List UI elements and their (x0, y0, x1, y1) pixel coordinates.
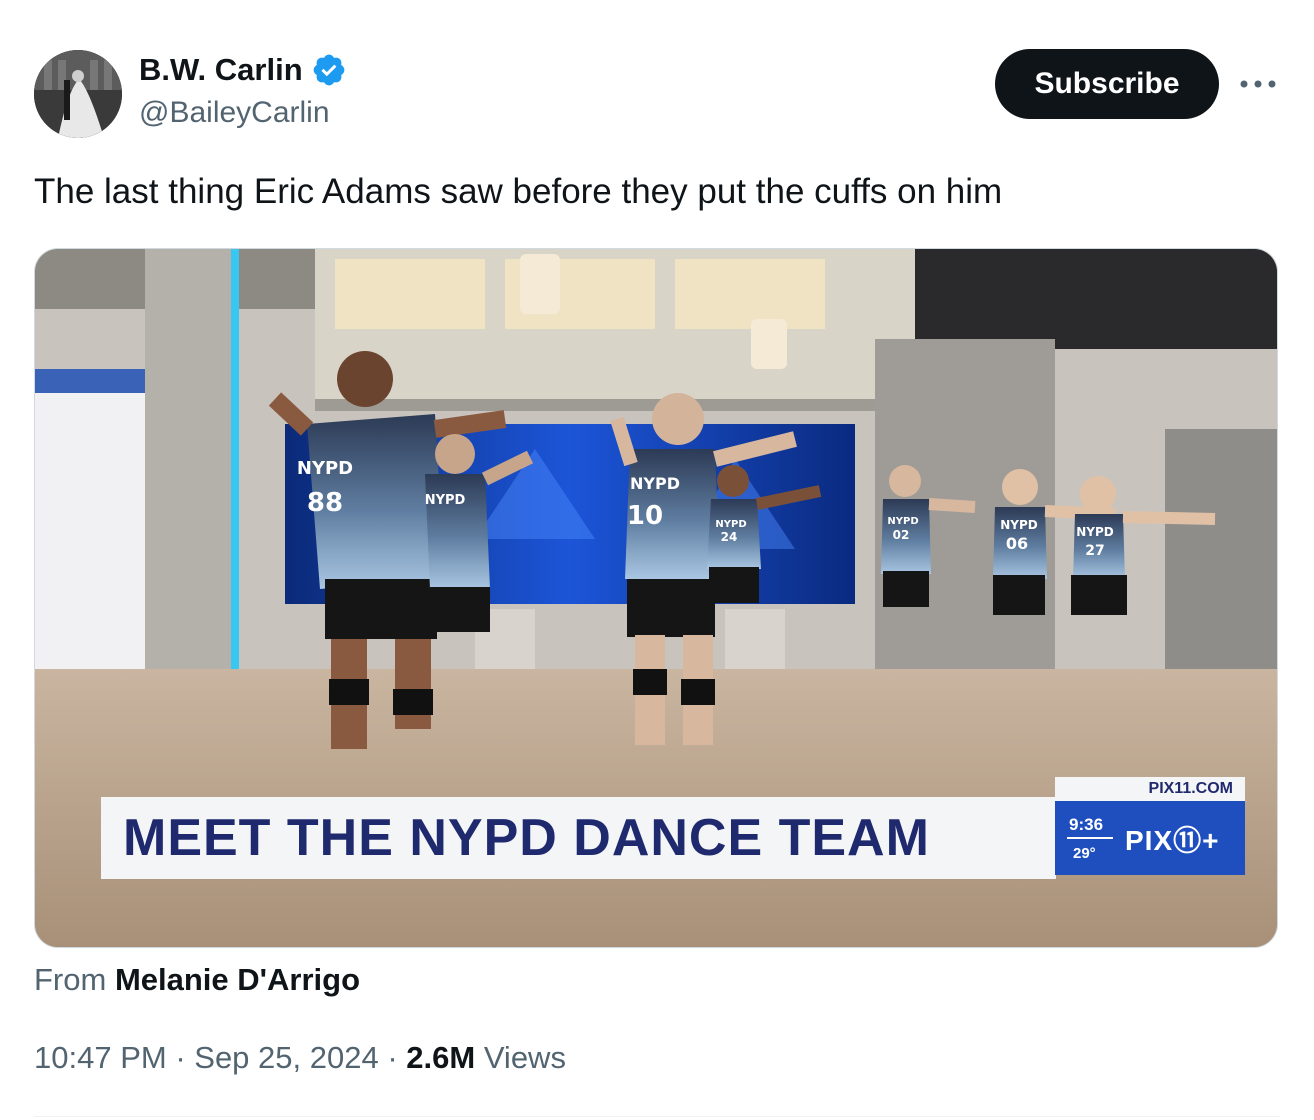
author-avatar[interactable] (34, 50, 122, 138)
views-label: Views (475, 1040, 566, 1075)
author-display-name[interactable]: B.W. Carlin (139, 52, 303, 88)
jersey-number: 10 (627, 501, 663, 531)
broadcast-time: 9:36 (1069, 815, 1104, 834)
station-bug: 9:36 29° PIX⑪+ (1055, 801, 1245, 875)
tweet-time-link[interactable]: 10:47 PM (34, 1040, 167, 1075)
tweet-text: The last thing Eric Adams saw before the… (34, 172, 1003, 211)
jersey-number: 06 (1006, 534, 1028, 553)
subscribe-button[interactable]: Subscribe (995, 49, 1219, 119)
meta-separator: · (378, 1040, 407, 1075)
more-options-icon[interactable] (1236, 62, 1280, 106)
author-handle[interactable]: @BaileyCarlin (139, 96, 330, 130)
jersey-label: NYPD (715, 519, 746, 530)
jersey-number: 24 (721, 530, 738, 544)
meta-separator: · (166, 1040, 195, 1075)
jersey-label: NYPD (297, 458, 353, 479)
video-attribution: From Melanie D'Arrigo (34, 962, 360, 998)
tweet-date-link[interactable]: Sep 25, 2024 (194, 1040, 378, 1075)
tweet-meta: 10:47 PM · Sep 25, 2024 · 2.6M Views (34, 1040, 566, 1076)
jersey-label: NYPD (887, 516, 918, 527)
station-logo: PIX⑪+ (1125, 825, 1220, 856)
author-name-row: B.W. Carlin (139, 52, 347, 88)
jersey-number: 27 (1085, 543, 1104, 559)
jersey-label: NYPD (630, 474, 680, 493)
jersey-label: NYPD (1076, 525, 1114, 539)
divider (34, 1116, 1280, 1117)
attribution-source-link[interactable]: Melanie D'Arrigo (115, 962, 360, 997)
bug-divider (1067, 837, 1113, 839)
jersey-number: 02 (893, 528, 910, 542)
broadcast-temperature: 29° (1073, 845, 1096, 862)
lower-third-headline: MEET THE NYPD DANCE TEAM (123, 809, 930, 867)
jersey-number: 88 (307, 488, 343, 518)
views-count: 2.6M (406, 1040, 476, 1075)
tweet-video[interactable]: NYPD 88 NYPD NYPD 10 NYPD 24 NYPD 02 NYP… (34, 248, 1278, 948)
jersey-label: NYPD (425, 493, 466, 508)
attribution-prefix: From (34, 962, 107, 997)
verified-badge-icon[interactable] (311, 52, 347, 88)
lower-third-banner: MEET THE NYPD DANCE TEAM (101, 797, 1056, 879)
jersey-label: NYPD (1000, 518, 1038, 532)
station-url: PIX11.COM (1055, 777, 1245, 801)
avatar-image (34, 50, 122, 138)
